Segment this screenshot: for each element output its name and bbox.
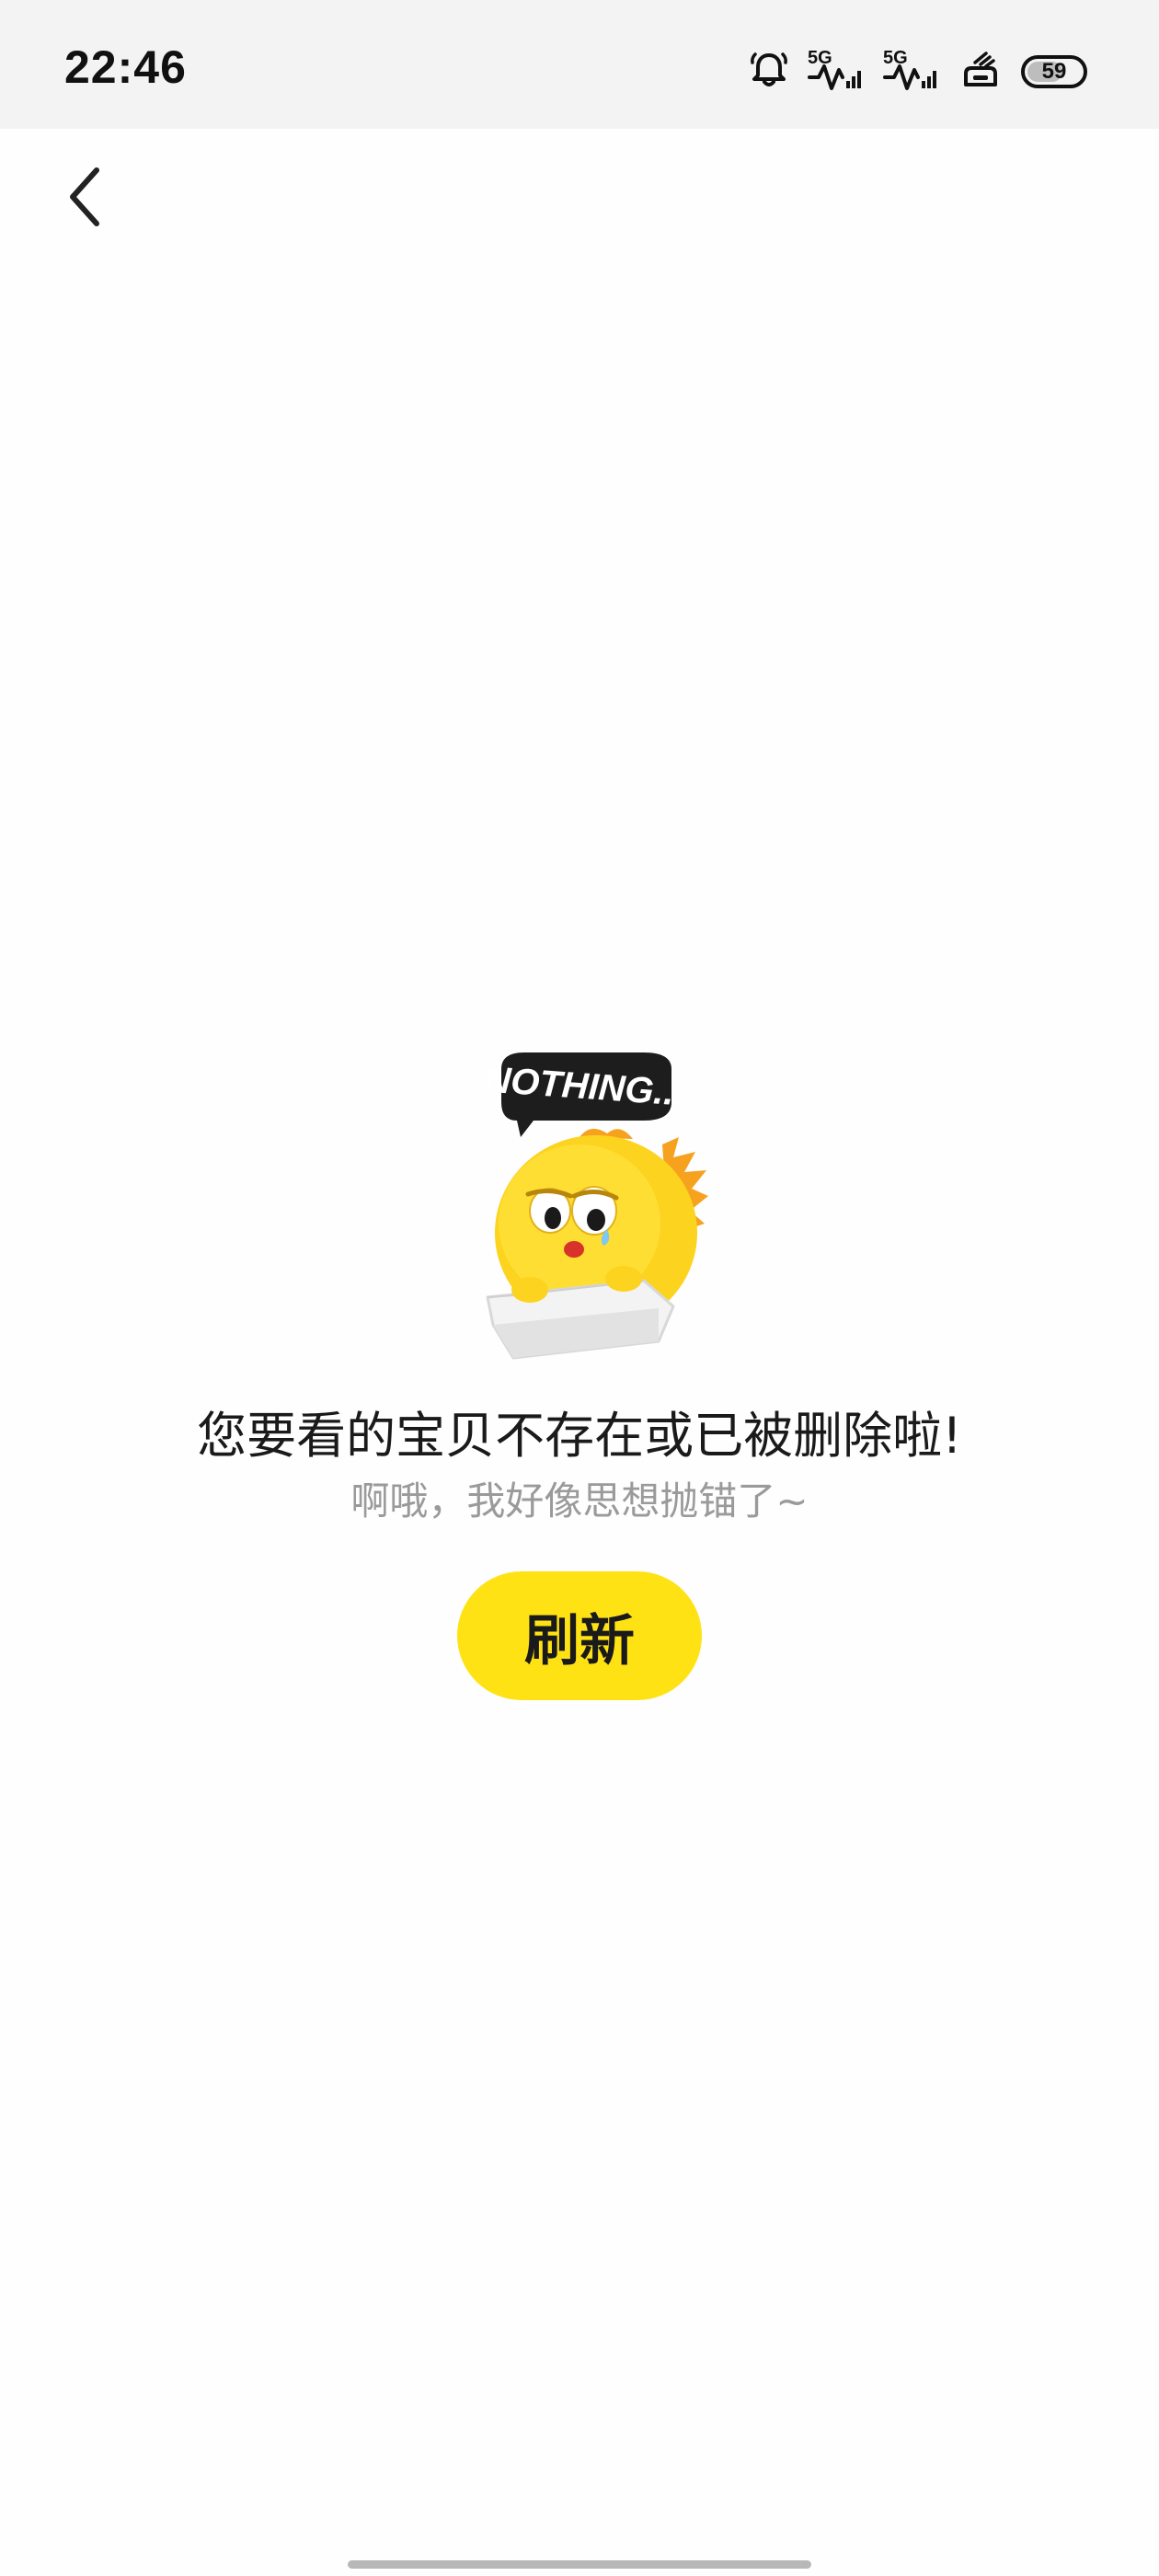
status-bar: 22:46 5G 5G 59: [0, 0, 1159, 129]
error-title: 您要看的宝贝不存在或已被删除啦!: [197, 1407, 962, 1465]
bell-icon: [749, 50, 789, 94]
signal-5g-icon: 5G: [883, 48, 940, 92]
chevron-left-icon: [65, 165, 102, 233]
network-label: 5G: [883, 48, 908, 68]
signal-5g-icon: 5G: [808, 48, 865, 92]
empty-state-illustration: NOTHING...: [432, 1049, 745, 1371]
wifi-hotspot-icon: [958, 50, 1003, 94]
home-indicator[interactable]: [348, 2560, 811, 2569]
network-label: 5G: [808, 48, 832, 68]
status-icons: 5G 5G 59: [749, 44, 1087, 99]
battery-level: 59: [1041, 59, 1067, 84]
status-time: 22:46: [64, 41, 187, 93]
refresh-button[interactable]: 刷新: [457, 1571, 702, 1700]
back-button[interactable]: [52, 162, 116, 236]
error-subtitle: 啊哦，我好像思想抛锚了~: [350, 1478, 809, 1524]
battery-icon: 59: [1021, 55, 1087, 88]
